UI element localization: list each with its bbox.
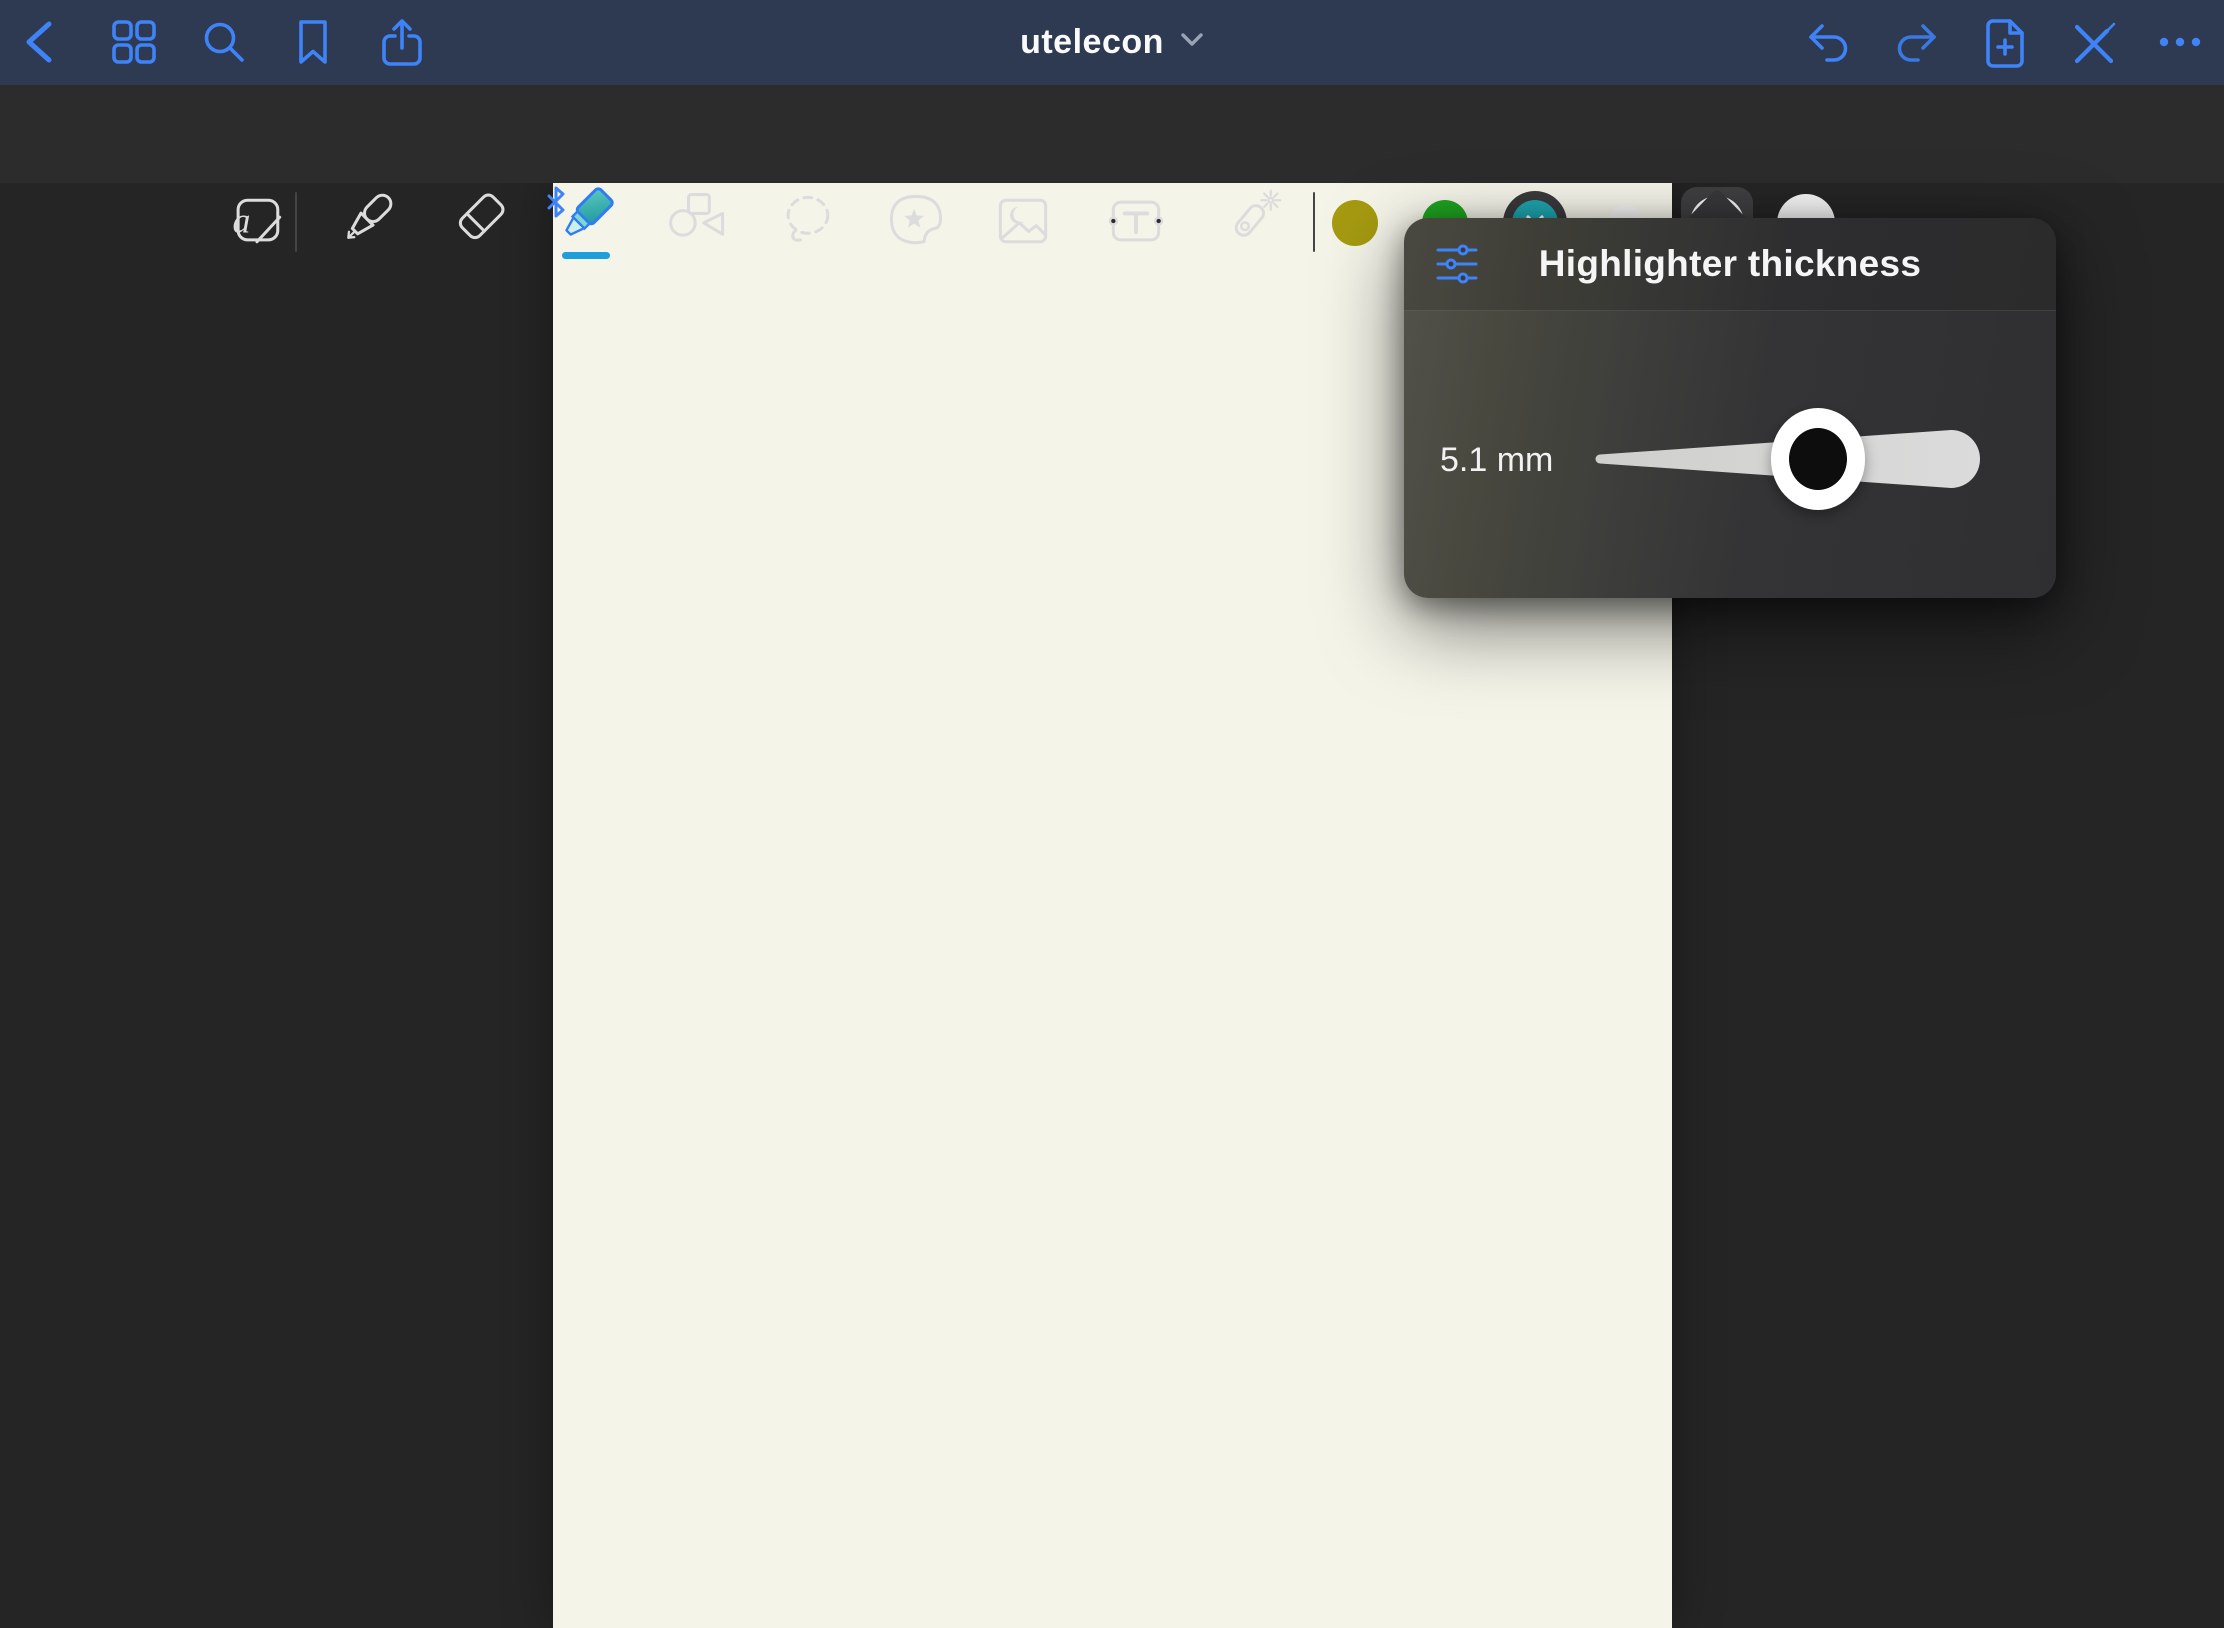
tool-image[interactable] [989,189,1057,257]
tool-elements[interactable] [882,189,950,257]
tool-text[interactable] [1102,189,1170,257]
toolbar-divider [1313,192,1315,252]
laser-pointer-icon [1216,187,1284,260]
thickness-slider[interactable] [1404,218,2056,598]
page-title: utelecon [1020,23,1164,62]
toolbar-divider [295,192,297,252]
redo-icon [1889,14,1945,70]
tool-pen[interactable] [333,189,401,257]
lasso-icon [773,187,841,260]
stylus-toggle-button[interactable] [2064,14,2120,70]
undo-icon [1800,14,1856,70]
scribble-to-text-icon: a [223,187,291,260]
undo-button[interactable] [1800,14,1856,70]
color-swatch-olive[interactable] [1332,200,1378,246]
ellipsis-icon [2152,14,2208,70]
redo-button[interactable] [1889,14,1945,70]
svg-text:a: a [232,200,250,240]
eraser-icon [443,187,511,260]
more-button[interactable] [2152,14,2208,70]
bluetooth-icon [549,188,563,216]
shapes-icon [664,187,732,260]
stylus-crossed-icon [2064,14,2120,70]
tool-eraser[interactable] [443,189,511,257]
pen-icon [333,187,401,260]
text-icon [1102,187,1170,260]
tools-toolbar: a [0,85,2224,183]
tool-laser-pointer[interactable] [1216,189,1284,257]
add-page-button[interactable] [1977,14,2033,70]
notes-app-window: utelecon [0,0,2224,1628]
image-icon [989,187,1057,260]
chevron-down-icon [1180,32,1204,53]
add-page-icon [1977,14,2033,70]
top-navigation-bar: utelecon [0,0,2224,85]
tool-highlighter[interactable] [546,189,614,257]
selected-tool-underline [562,252,610,259]
tool-scribble-to-text[interactable]: a [223,189,291,257]
tool-lasso[interactable] [773,189,841,257]
highlighter-icon [544,185,616,262]
slider-thumb[interactable] [1771,408,1865,510]
sticker-star-icon [882,187,950,260]
popup-caret [1687,189,1747,219]
tool-shapes[interactable] [664,189,732,257]
highlighter-thickness-popup: Highlighter thickness 5.1 mm [1404,218,2056,598]
